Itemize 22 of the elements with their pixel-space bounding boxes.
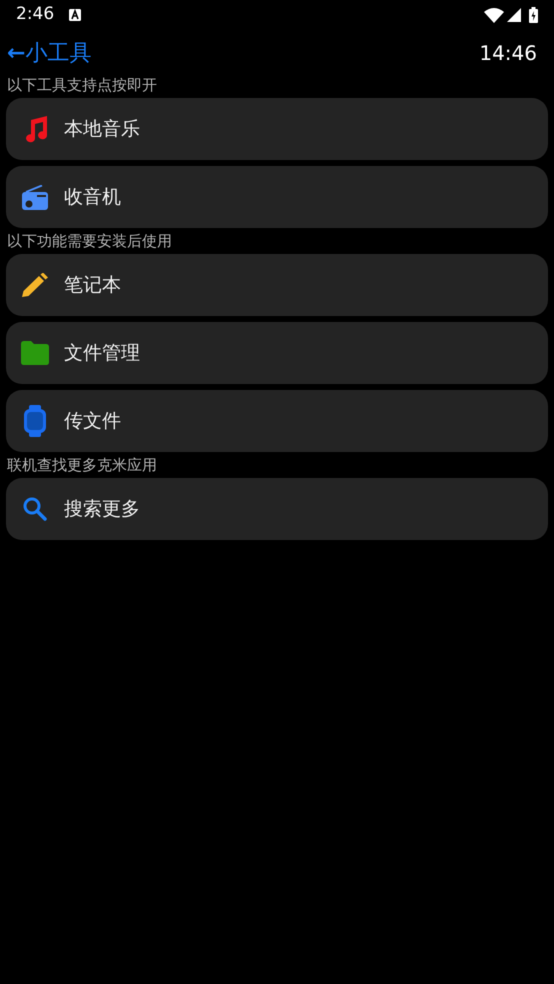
section-heading: 联机查找更多克米应用 — [6, 455, 158, 475]
folder-icon — [21, 341, 49, 365]
clock: 14:46 — [479, 40, 537, 67]
tool-item[interactable]: 收音机 — [6, 166, 548, 228]
pencil-icon — [22, 273, 48, 297]
search-icon — [23, 497, 47, 521]
tool-item[interactable]: 笔记本 — [6, 254, 548, 316]
keyboard-notification-icon — [69, 9, 82, 21]
back-button[interactable]: ← — [7, 36, 26, 70]
battery-icon — [529, 7, 538, 23]
status-time: 2:46 — [16, 3, 54, 26]
wifi-icon — [484, 8, 504, 22]
smartwatch-icon — [24, 405, 46, 437]
tool-item[interactable]: 文件管理 — [6, 322, 548, 384]
tool-item[interactable]: 传文件 — [6, 390, 548, 452]
radio-icon — [22, 184, 48, 210]
tool-item[interactable]: 搜索更多 — [6, 478, 548, 540]
section-heading: 以下功能需要安装后使用 — [6, 231, 173, 251]
section-heading: 以下工具支持点按即开 — [6, 75, 158, 95]
page-title: 小工具 — [25, 40, 92, 68]
tool-item[interactable]: 本地音乐 — [6, 98, 548, 160]
signal-icon — [507, 8, 521, 22]
